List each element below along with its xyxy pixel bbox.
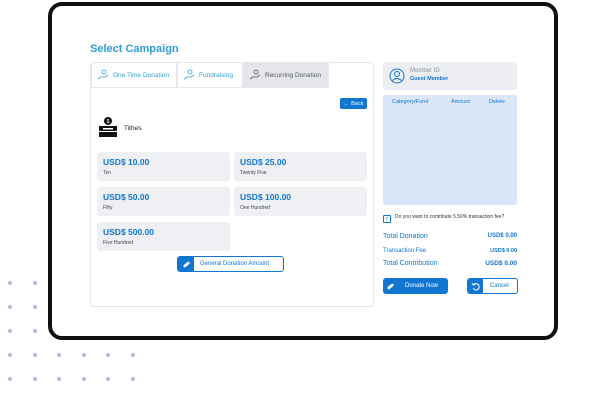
amount-option[interactable]: USD$ 500.00 Five Hundred	[97, 222, 230, 251]
undo-icon	[468, 279, 483, 293]
dot	[82, 353, 86, 357]
tab-recurring-donation[interactable]: Recurring Donation	[243, 63, 329, 88]
dot	[57, 377, 61, 381]
back-button[interactable]: ← Back	[340, 98, 367, 109]
tab-one-time-donation[interactable]: One Time Donation	[91, 63, 177, 88]
user-avatar-icon	[389, 68, 405, 84]
column-header: Category/Fund	[392, 99, 429, 105]
member-id-label: Member ID	[410, 68, 440, 74]
total-contribution-row: Total Contribution USD$ 0.00	[383, 260, 517, 267]
amount-words: Fifty	[103, 205, 113, 211]
dot	[8, 281, 12, 285]
transaction-fee-value: USD$ 0.00	[490, 248, 517, 254]
cancel-label: Cancel	[490, 283, 509, 289]
donation-box-icon: $	[97, 116, 119, 143]
amount-words: Five Hundred	[103, 240, 134, 246]
column-header: Delete	[489, 99, 505, 105]
arrow-left-icon: ←	[343, 100, 350, 107]
member-name: Guest Member	[410, 76, 449, 82]
device-frame: Select Campaign One Time Donation Fundra…	[48, 2, 558, 340]
amount-option[interactable]: USD$ 25.00 Twenty Five	[234, 152, 367, 181]
amount-value: USD$ 50.00	[103, 192, 150, 202]
donate-now-label: Donate Now	[405, 283, 439, 289]
transaction-fee-option: ✓ Do you want to contribute 5.50% transa…	[383, 214, 517, 223]
amount-option[interactable]: USD$ 10.00 Ten	[97, 152, 230, 181]
general-donation-button[interactable]: General Donation Amount	[177, 256, 284, 272]
general-donation-label: General Donation Amount	[200, 261, 270, 267]
dot	[131, 353, 135, 357]
back-label: Back	[351, 100, 364, 107]
dot	[33, 281, 37, 285]
selected-funds-table: Category/Fund Amount Delete	[383, 95, 517, 205]
amount-words: One Hundred	[240, 205, 271, 211]
dot	[8, 353, 12, 357]
total-contribution-label: Total Contribution	[383, 260, 438, 267]
transaction-fee-checkbox[interactable]: ✓	[383, 215, 391, 223]
dot	[33, 329, 37, 333]
amount-option[interactable]: USD$ 100.00 One Hundred	[234, 187, 367, 216]
dot	[106, 353, 110, 357]
amount-words: Ten	[103, 170, 112, 176]
total-donation-row: Total Donation USD$ 0.00	[383, 233, 517, 240]
hand-coin-icon	[183, 69, 195, 80]
member-card: Member ID Guest Member	[383, 62, 517, 90]
amount-value: USD$ 100.00	[240, 192, 292, 202]
dot	[82, 377, 86, 381]
amount-words: Twenty Five	[240, 170, 267, 176]
tab-fundraising[interactable]: Fundraising	[177, 63, 243, 88]
campaign-panel: One Time Donation Fundraising Recurring …	[90, 62, 374, 307]
dot	[33, 377, 37, 381]
dot	[57, 353, 61, 357]
total-contribution-value: USD$ 0.00	[485, 260, 517, 267]
total-donation-value: USD$ 0.00	[487, 233, 517, 239]
page-title: Select Campaign	[90, 43, 179, 55]
dot	[106, 377, 110, 381]
transaction-fee-row: Transaction Fee USD$ 0.00	[383, 248, 517, 254]
svg-text:$: $	[107, 119, 110, 125]
amount-value: USD$ 500.00	[103, 227, 155, 237]
dot	[131, 377, 135, 381]
category-label: Tithes	[124, 125, 142, 132]
dot	[33, 305, 37, 309]
dot	[33, 353, 37, 357]
dot	[8, 377, 12, 381]
total-donation-label: Total Donation	[383, 233, 428, 240]
tab-label: One Time Donation	[113, 71, 170, 79]
dot	[8, 305, 12, 309]
transaction-fee-label: Transaction Fee	[383, 248, 427, 254]
amount-option[interactable]: USD$ 50.00 Fifty	[97, 187, 230, 216]
column-header: Amount	[451, 99, 470, 105]
pill-icon	[178, 257, 194, 271]
hand-coin-icon	[97, 69, 109, 80]
amount-value: USD$ 10.00	[103, 157, 150, 167]
amount-value: USD$ 25.00	[240, 157, 287, 167]
cancel-button[interactable]: Cancel	[467, 278, 518, 294]
transaction-fee-text: Do you want to contribute 5.50% transact…	[395, 214, 505, 220]
hand-coin-icon	[249, 69, 261, 80]
tab-label: Fundraising	[199, 71, 233, 79]
donate-now-button[interactable]: Donate Now	[383, 278, 448, 294]
campaign-tabs: One Time Donation Fundraising Recurring …	[91, 63, 329, 89]
table-header: Category/Fund Amount Delete	[383, 95, 517, 109]
dot	[8, 329, 12, 333]
pill-icon	[383, 278, 398, 294]
tab-label: Recurring Donation	[265, 71, 322, 79]
